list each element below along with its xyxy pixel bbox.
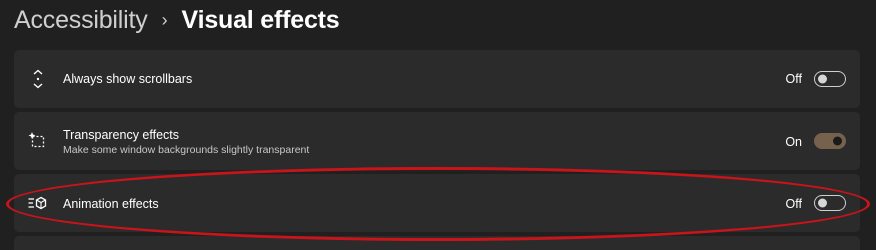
animation-effects-toggle[interactable] xyxy=(814,195,846,211)
transparency-effects-toggle[interactable] xyxy=(814,133,846,149)
scrollbars-icon xyxy=(33,69,43,89)
toggle-state-text: Off xyxy=(785,72,802,86)
transparency-icon xyxy=(28,132,45,148)
setting-label: Always show scrollbars xyxy=(63,72,193,86)
setting-always-show-scrollbars: Always show scrollbars Off xyxy=(14,50,860,108)
toggle-state-text: Off xyxy=(785,197,802,211)
setting-transparency-effects: Transparency effects Make some window ba… xyxy=(14,112,860,170)
breadcrumb-accessibility-link[interactable]: Accessibility xyxy=(14,6,148,35)
always-show-scrollbars-toggle[interactable] xyxy=(814,71,846,87)
toggle-state-text: On xyxy=(785,135,802,149)
page-title: Visual effects xyxy=(181,5,340,34)
toggle-knob xyxy=(818,74,827,84)
toggle-knob xyxy=(833,136,842,146)
toggle-knob xyxy=(818,198,827,208)
setting-label: Transparency effects xyxy=(63,128,180,142)
chevron-right-icon: › xyxy=(161,9,168,30)
breadcrumb: Accessibility › Visual effects xyxy=(14,3,340,37)
setting-description: Make some window backgrounds slightly tr… xyxy=(63,144,310,156)
setting-card-partial xyxy=(14,236,860,250)
setting-label: Animation effects xyxy=(63,197,159,211)
animation-icon xyxy=(28,196,47,210)
setting-animation-effects: Animation effects Off xyxy=(14,174,860,232)
visual-effects-page: Accessibility › Visual effects Always sh… xyxy=(0,0,876,250)
